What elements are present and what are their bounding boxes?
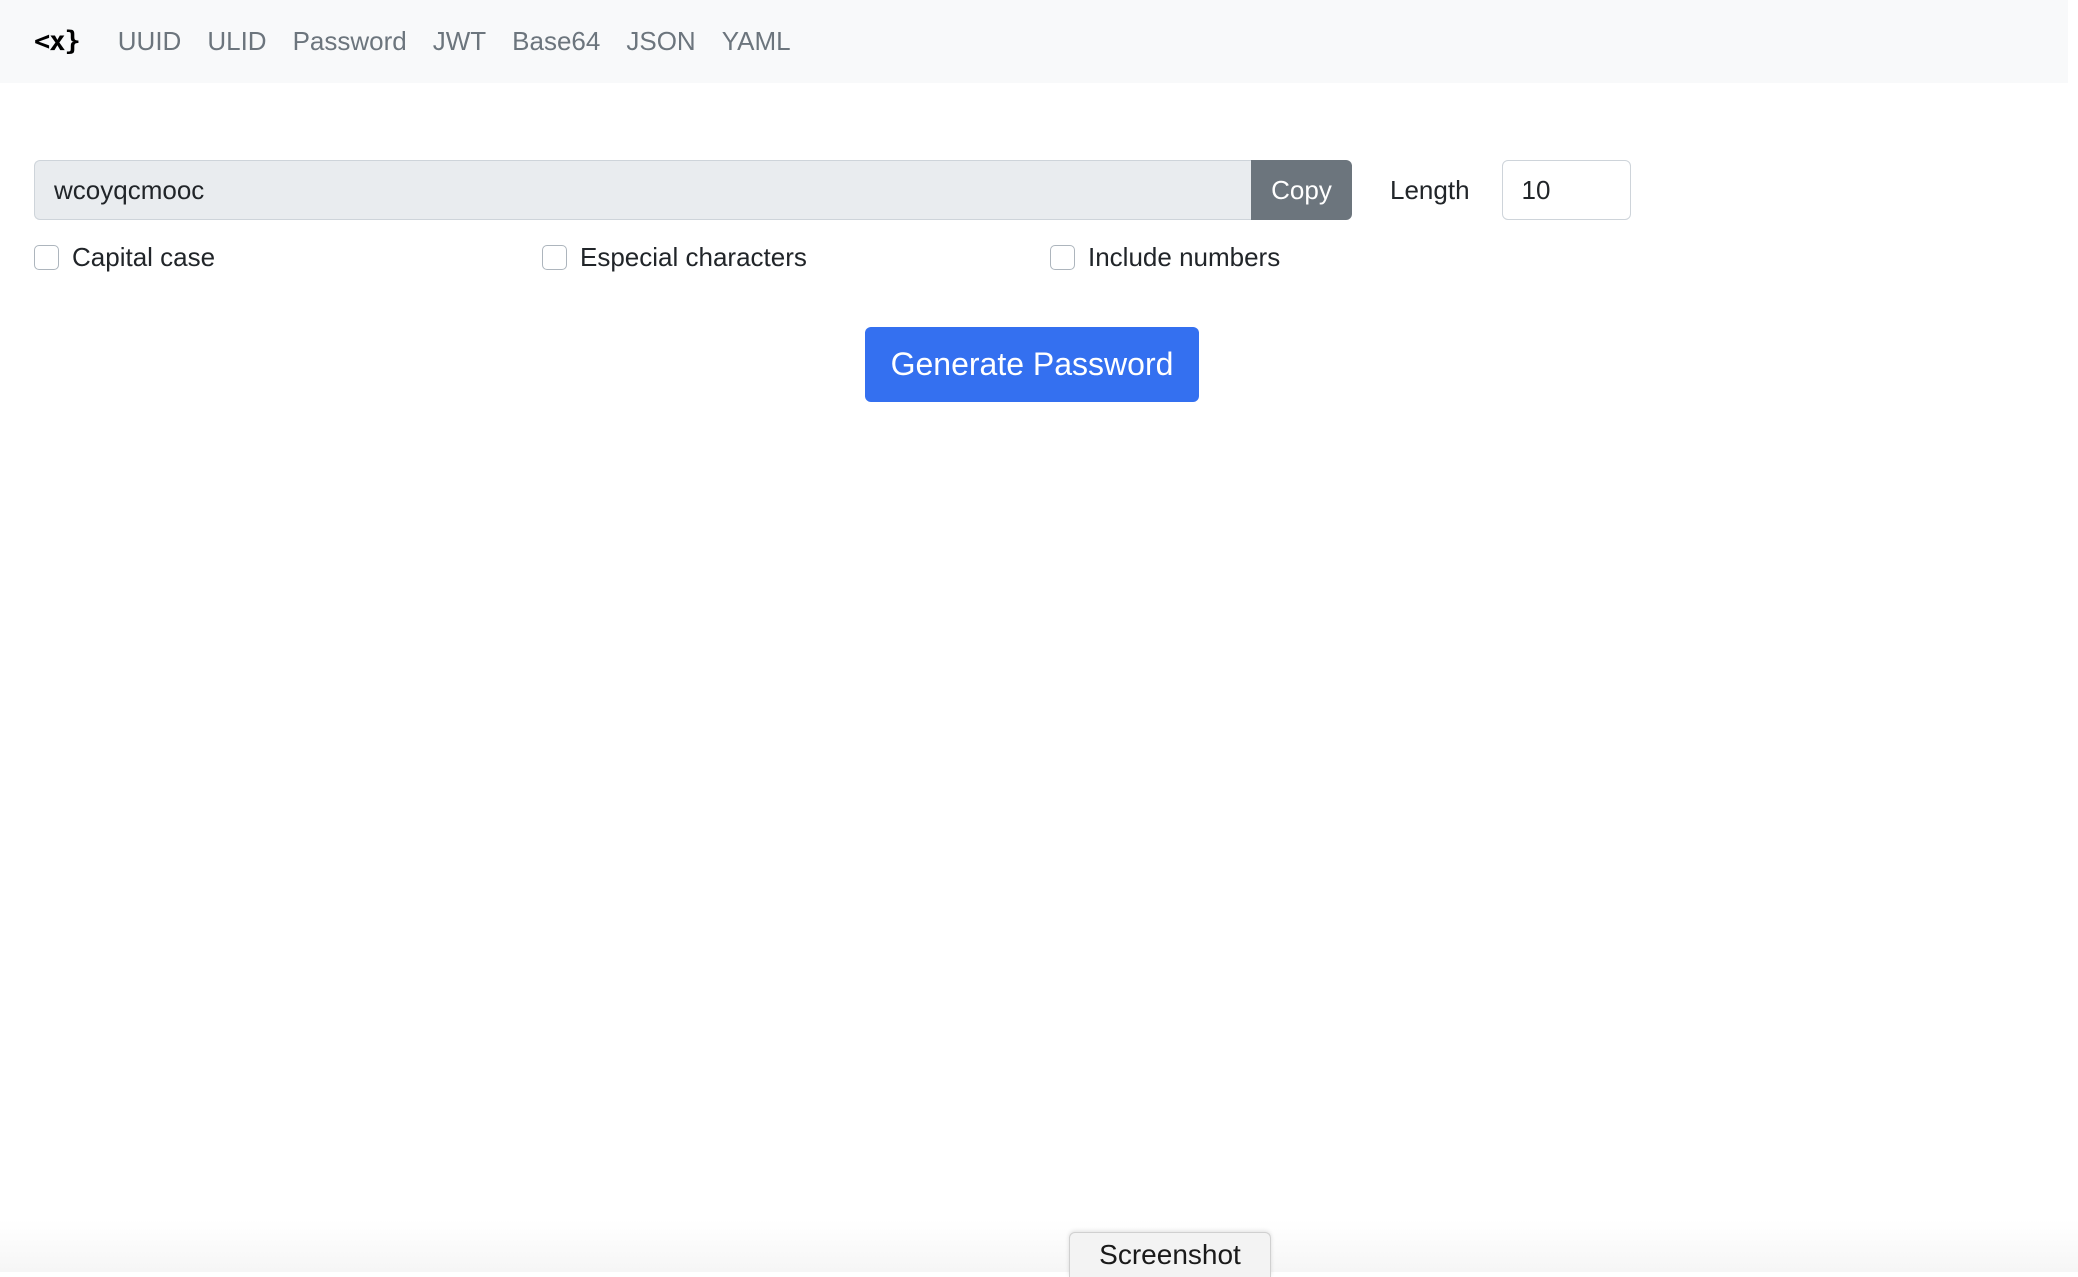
generate-wrapper: Generate Password xyxy=(865,327,1199,402)
capital-case-label[interactable]: Capital case xyxy=(72,242,215,273)
options-row: Capital case Especial characters Include… xyxy=(34,234,1634,280)
password-output-field[interactable] xyxy=(34,160,1251,220)
screenshot-tab[interactable]: Screenshot xyxy=(1069,1232,1271,1277)
capital-case-checkbox[interactable] xyxy=(34,244,59,270)
output-row: Copy Length xyxy=(34,160,1634,220)
especial-characters-option: Especial characters xyxy=(542,242,1050,273)
password-generator-form: Copy Length Capital case Especial charac… xyxy=(34,160,1634,280)
length-label: Length xyxy=(1390,174,1470,205)
include-numbers-option: Include numbers xyxy=(1050,242,1558,273)
nav-link-json[interactable]: JSON xyxy=(626,26,695,57)
bottom-shade xyxy=(0,1220,2078,1272)
nav-links: UUID ULID Password JWT Base64 JSON YAML xyxy=(118,26,817,57)
include-numbers-checkbox[interactable] xyxy=(1050,244,1075,270)
brand-logo[interactable]: <x} xyxy=(34,26,81,57)
nav-link-ulid[interactable]: ULID xyxy=(207,26,266,57)
include-numbers-label[interactable]: Include numbers xyxy=(1088,242,1280,273)
nav-link-uuid[interactable]: UUID xyxy=(118,26,182,57)
copy-button[interactable]: Copy xyxy=(1251,160,1352,220)
nav-link-password[interactable]: Password xyxy=(293,26,407,57)
capital-case-option: Capital case xyxy=(34,242,542,273)
nav-link-yaml[interactable]: YAML xyxy=(722,26,791,57)
generate-password-button[interactable]: Generate Password xyxy=(865,327,1199,402)
nav-link-base64[interactable]: Base64 xyxy=(512,26,600,57)
nav-link-jwt[interactable]: JWT xyxy=(433,26,486,57)
especial-characters-checkbox[interactable] xyxy=(542,244,567,270)
password-output-group: Copy xyxy=(34,160,1352,220)
top-navbar: <x} UUID ULID Password JWT Base64 JSON Y… xyxy=(0,0,2068,83)
especial-characters-label[interactable]: Especial characters xyxy=(580,242,807,273)
length-input[interactable] xyxy=(1501,160,1631,220)
